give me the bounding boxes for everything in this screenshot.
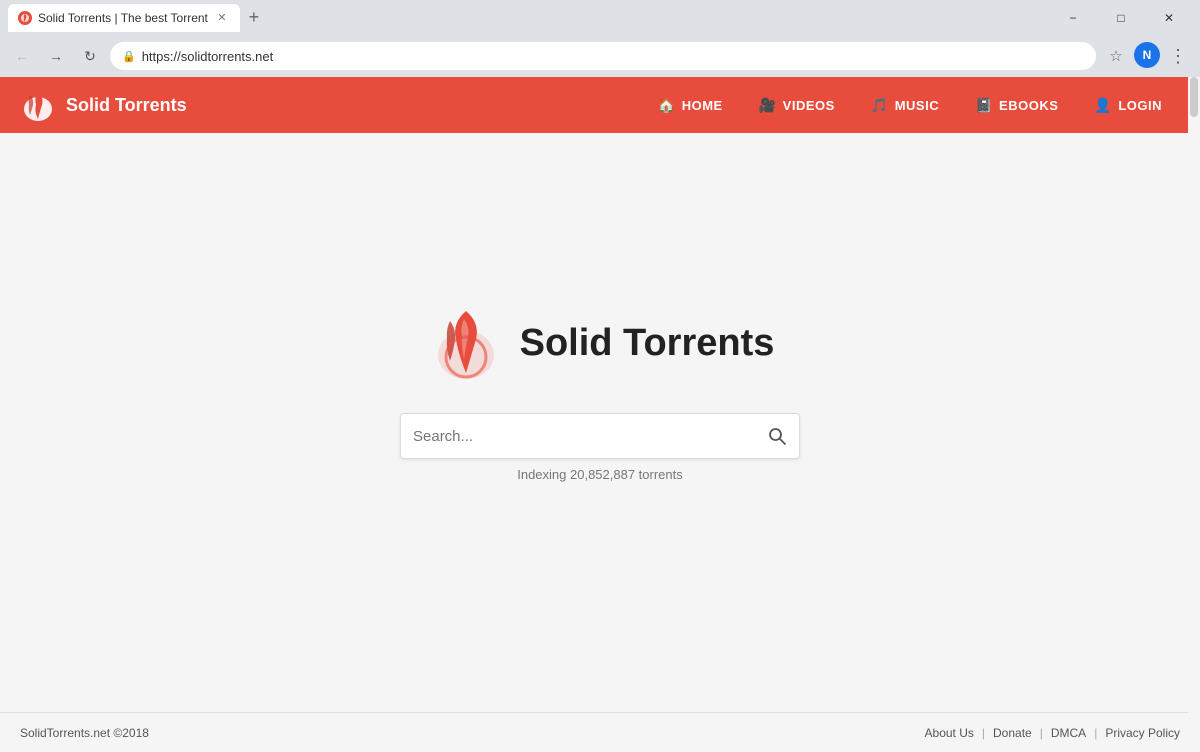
site-nav-links: 🏠 HOME 🎥 VIDEOS 🎵 MUSIC 📓 EBOOKS: [640, 77, 1180, 133]
site-logo-area: Solid Torrents: [20, 87, 640, 123]
address-bar-actions: ☆ N ⋮: [1102, 42, 1192, 70]
nav-ebooks[interactable]: 📓 EBOOKS: [957, 77, 1076, 133]
footer-donate-link[interactable]: Donate: [993, 726, 1032, 740]
back-button[interactable]: ←: [8, 42, 36, 70]
hero-logo-icon: [426, 303, 506, 383]
music-icon: 🎵: [871, 97, 889, 114]
footer-copyright: SolidTorrents.net ©2018: [20, 726, 925, 740]
title-bar: Solid Torrents | The best Torrent ✕ + − …: [0, 0, 1200, 35]
site-wrapper: Solid Torrents 🏠 HOME 🎥 VIDEOS 🎵 MUSIC: [0, 77, 1200, 752]
minimize-button[interactable]: −: [1050, 2, 1096, 34]
close-button[interactable]: ✕: [1146, 2, 1192, 34]
hero-logo: Solid Torrents: [426, 303, 775, 383]
forward-button[interactable]: →: [42, 42, 70, 70]
tab-close-button[interactable]: ✕: [214, 10, 230, 26]
site-logo-icon: [20, 87, 56, 123]
footer-sep-2: |: [1040, 726, 1043, 740]
hero-logo-text: Solid Torrents: [520, 322, 775, 365]
new-tab-button[interactable]: +: [240, 4, 268, 32]
ebook-icon: 📓: [975, 97, 993, 114]
reload-button[interactable]: ↻: [76, 42, 104, 70]
login-icon: 👤: [1094, 97, 1112, 114]
star-button[interactable]: ☆: [1102, 42, 1130, 70]
maximize-button[interactable]: □: [1098, 2, 1144, 34]
lock-icon: 🔒: [122, 50, 136, 63]
search-input[interactable]: [413, 428, 759, 445]
search-icon[interactable]: [767, 426, 787, 446]
footer-sep-1: |: [982, 726, 985, 740]
active-tab[interactable]: Solid Torrents | The best Torrent ✕: [8, 4, 240, 32]
menu-button[interactable]: ⋮: [1164, 42, 1192, 70]
footer-privacy-link[interactable]: Privacy Policy: [1105, 726, 1180, 740]
scrollbar-thumb[interactable]: [1190, 77, 1198, 117]
page-content: Solid Torrents 🏠 HOME 🎥 VIDEOS 🎵 MUSIC: [0, 77, 1200, 752]
window-controls: − □ ✕: [1050, 2, 1192, 34]
site-logo-text: Solid Torrents: [66, 95, 187, 116]
site-nav: Solid Torrents 🏠 HOME 🎥 VIDEOS 🎵 MUSIC: [0, 77, 1200, 133]
user-avatar[interactable]: N: [1134, 42, 1160, 68]
url-bar[interactable]: 🔒 https://solidtorrents.net: [110, 42, 1096, 70]
nav-login[interactable]: 👤 LOGIN: [1076, 77, 1180, 133]
address-bar: ← → ↻ 🔒 https://solidtorrents.net ☆ N ⋮: [0, 35, 1200, 77]
footer-sep-3: |: [1094, 726, 1097, 740]
scrollbar[interactable]: [1188, 77, 1200, 752]
footer-about-link[interactable]: About Us: [925, 726, 974, 740]
url-text: https://solidtorrents.net: [142, 49, 1084, 64]
home-icon: 🏠: [658, 97, 676, 114]
indexing-text: Indexing 20,852,887 torrents: [517, 467, 683, 482]
tab-bar: Solid Torrents | The best Torrent ✕ +: [8, 4, 1046, 32]
search-area: Indexing 20,852,887 torrents: [400, 413, 800, 482]
footer-dmca-link[interactable]: DMCA: [1051, 726, 1086, 740]
nav-videos[interactable]: 🎥 VIDEOS: [741, 77, 853, 133]
nav-music[interactable]: 🎵 MUSIC: [853, 77, 957, 133]
tab-favicon: [18, 11, 32, 25]
site-main: Solid Torrents Indexing 20,852,887 torre…: [0, 133, 1200, 712]
browser-frame: Solid Torrents | The best Torrent ✕ + − …: [0, 0, 1200, 752]
nav-home[interactable]: 🏠 HOME: [640, 77, 741, 133]
footer-links: About Us | Donate | DMCA | Privacy Polic…: [925, 726, 1180, 740]
site-footer: SolidTorrents.net ©2018 About Us | Donat…: [0, 712, 1200, 752]
video-icon: 🎥: [759, 97, 777, 114]
tab-title: Solid Torrents | The best Torrent: [38, 11, 208, 25]
search-box[interactable]: [400, 413, 800, 459]
